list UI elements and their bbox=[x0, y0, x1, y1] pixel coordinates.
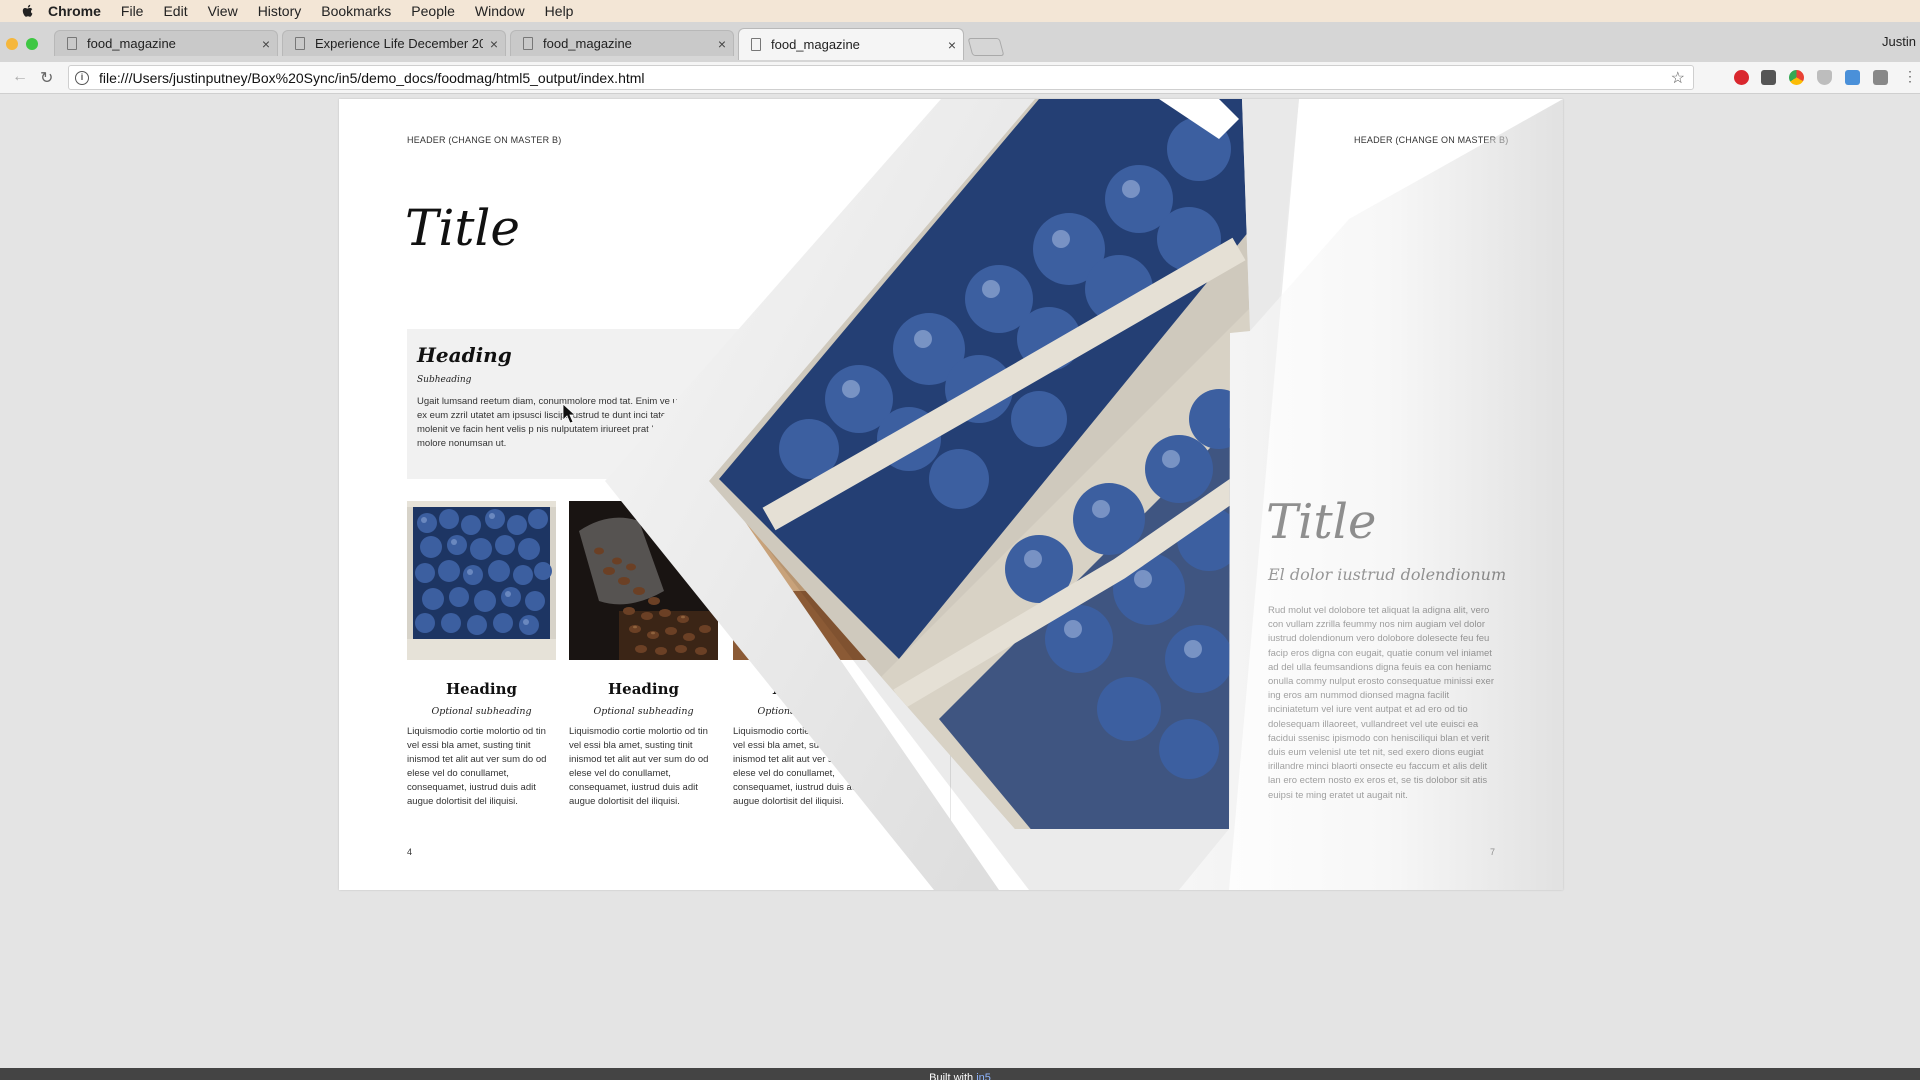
tab-close-button[interactable]: × bbox=[711, 36, 733, 52]
heading-box: Heading Subheading Ugait lumsand reetum … bbox=[407, 329, 807, 479]
left-page-title: Title bbox=[405, 199, 521, 257]
tab-close-button[interactable]: × bbox=[941, 37, 963, 53]
right-page-number: 7 bbox=[1490, 847, 1496, 857]
article-card-third: Heading Optional subheading Liquismodio … bbox=[733, 501, 882, 809]
in5-link[interactable]: in5 bbox=[976, 1072, 991, 1080]
third-photo bbox=[733, 501, 882, 660]
tab-food-magazine-active[interactable]: food_magazine × bbox=[738, 28, 964, 60]
menubar: Chrome File Edit View History Bookmarks … bbox=[0, 0, 1920, 22]
document-extension-icon[interactable] bbox=[1873, 70, 1888, 85]
box-heading: Heading bbox=[417, 343, 512, 367]
tab-close-button[interactable]: × bbox=[483, 36, 505, 52]
left-page-header: HEADER (CHANGE ON MASTER B) bbox=[407, 135, 562, 145]
tab-title: food_magazine bbox=[87, 36, 176, 51]
menu-window[interactable]: Window bbox=[475, 3, 525, 19]
coffee-beans-photo bbox=[569, 501, 718, 660]
document-icon bbox=[295, 37, 305, 50]
zoom-window-button[interactable] bbox=[26, 38, 38, 50]
tab-experience-life[interactable]: Experience Life December 20 × bbox=[282, 30, 506, 56]
right-page-body: Rud molut vel dolobore tet aliquat la ad… bbox=[1268, 605, 1495, 801]
document-icon bbox=[67, 37, 77, 50]
left-page-number: 4 bbox=[407, 847, 413, 857]
article-card-blueberries: Heading Optional subheading Liquismodio … bbox=[407, 501, 556, 809]
tab-strip: food_magazine × Experience Life December… bbox=[0, 22, 1920, 62]
chrome-extension-icon[interactable] bbox=[1789, 70, 1804, 85]
reload-icon[interactable]: ↻ bbox=[40, 68, 53, 88]
card-heading: Heading bbox=[771, 680, 843, 698]
menu-help[interactable]: Help bbox=[545, 3, 574, 19]
card-subheading: Optional subheading bbox=[593, 706, 694, 717]
menu-chrome[interactable]: Chrome bbox=[48, 3, 101, 19]
card-body: Liquismodio cortie molortio od tin vel e… bbox=[733, 726, 873, 807]
tab-title: food_magazine bbox=[543, 36, 632, 51]
right-page-title: Title bbox=[1266, 494, 1377, 550]
extension-icon[interactable] bbox=[1761, 70, 1776, 85]
document-icon bbox=[751, 38, 761, 51]
right-page-subtitle: El dolor iustrud dolendionum bbox=[1268, 565, 1507, 584]
card-heading: Heading bbox=[445, 680, 517, 698]
tab-title: food_magazine bbox=[771, 37, 860, 52]
apple-icon[interactable] bbox=[20, 3, 36, 19]
card-body: Liquismodio cortie molortio od tin vel e… bbox=[407, 726, 547, 807]
bookmark-star-icon[interactable]: ☆ bbox=[1671, 68, 1685, 88]
page-viewer: HEADER (CHANGE ON MASTER B) Title Headin… bbox=[0, 95, 1920, 1068]
tab-close-button[interactable]: × bbox=[255, 36, 277, 52]
box-subheading: Subheading bbox=[417, 375, 472, 385]
article-card-coffee: Heading Optional subheading Liquismodio … bbox=[569, 501, 718, 809]
built-with-footer: Built with in5 bbox=[0, 1068, 1920, 1080]
back-arrow-icon[interactable]: ← bbox=[12, 68, 28, 86]
card-subheading: Optional subheading bbox=[431, 706, 532, 717]
menu-history[interactable]: History bbox=[258, 3, 302, 19]
minimize-window-button[interactable] bbox=[6, 38, 18, 50]
box-body: Ugait lumsand reetum diam, conummolore m… bbox=[417, 396, 716, 449]
menu-file[interactable]: File bbox=[121, 3, 144, 19]
tab-food-magazine-1[interactable]: food_magazine × bbox=[54, 30, 278, 56]
more-menu-icon[interactable]: ⋮ bbox=[1903, 68, 1917, 85]
browser-toolbar: ← ↻ i file:///Users/justinputney/Box%20S… bbox=[0, 62, 1920, 94]
card-subheading: Optional subheading bbox=[757, 706, 858, 717]
card-body: Liquismodio cortie molortio od tin vel e… bbox=[569, 726, 709, 807]
adblock-extension-icon[interactable] bbox=[1734, 70, 1749, 85]
new-tab-button[interactable] bbox=[967, 38, 1005, 56]
blueberry-photo bbox=[407, 501, 556, 660]
menu-edit[interactable]: Edit bbox=[163, 3, 187, 19]
cast-extension-icon[interactable] bbox=[1845, 70, 1860, 85]
tab-food-magazine-2[interactable]: food_magazine × bbox=[510, 30, 734, 56]
magazine-spread[interactable]: HEADER (CHANGE ON MASTER B) Title Headin… bbox=[339, 99, 1563, 890]
url-text[interactable]: file:///Users/justinputney/Box%20Sync/in… bbox=[99, 70, 645, 86]
shield-extension-icon[interactable] bbox=[1817, 70, 1832, 85]
document-icon bbox=[523, 37, 533, 50]
info-icon[interactable]: i bbox=[75, 70, 89, 85]
tab-title: Experience Life December 20 bbox=[315, 36, 483, 51]
menu-view[interactable]: View bbox=[208, 3, 238, 19]
right-page-header: HEADER (CHANGE ON MASTER B) bbox=[1354, 135, 1509, 145]
spread-gutter bbox=[950, 99, 951, 890]
menu-bookmarks[interactable]: Bookmarks bbox=[321, 3, 391, 19]
address-bar[interactable]: i file:///Users/justinputney/Box%20Sync/… bbox=[68, 65, 1694, 90]
menu-people[interactable]: People bbox=[411, 3, 455, 19]
card-heading: Heading bbox=[607, 680, 679, 698]
footer-prefix: Built with bbox=[929, 1072, 974, 1080]
profile-name[interactable]: Justin bbox=[1882, 34, 1916, 49]
